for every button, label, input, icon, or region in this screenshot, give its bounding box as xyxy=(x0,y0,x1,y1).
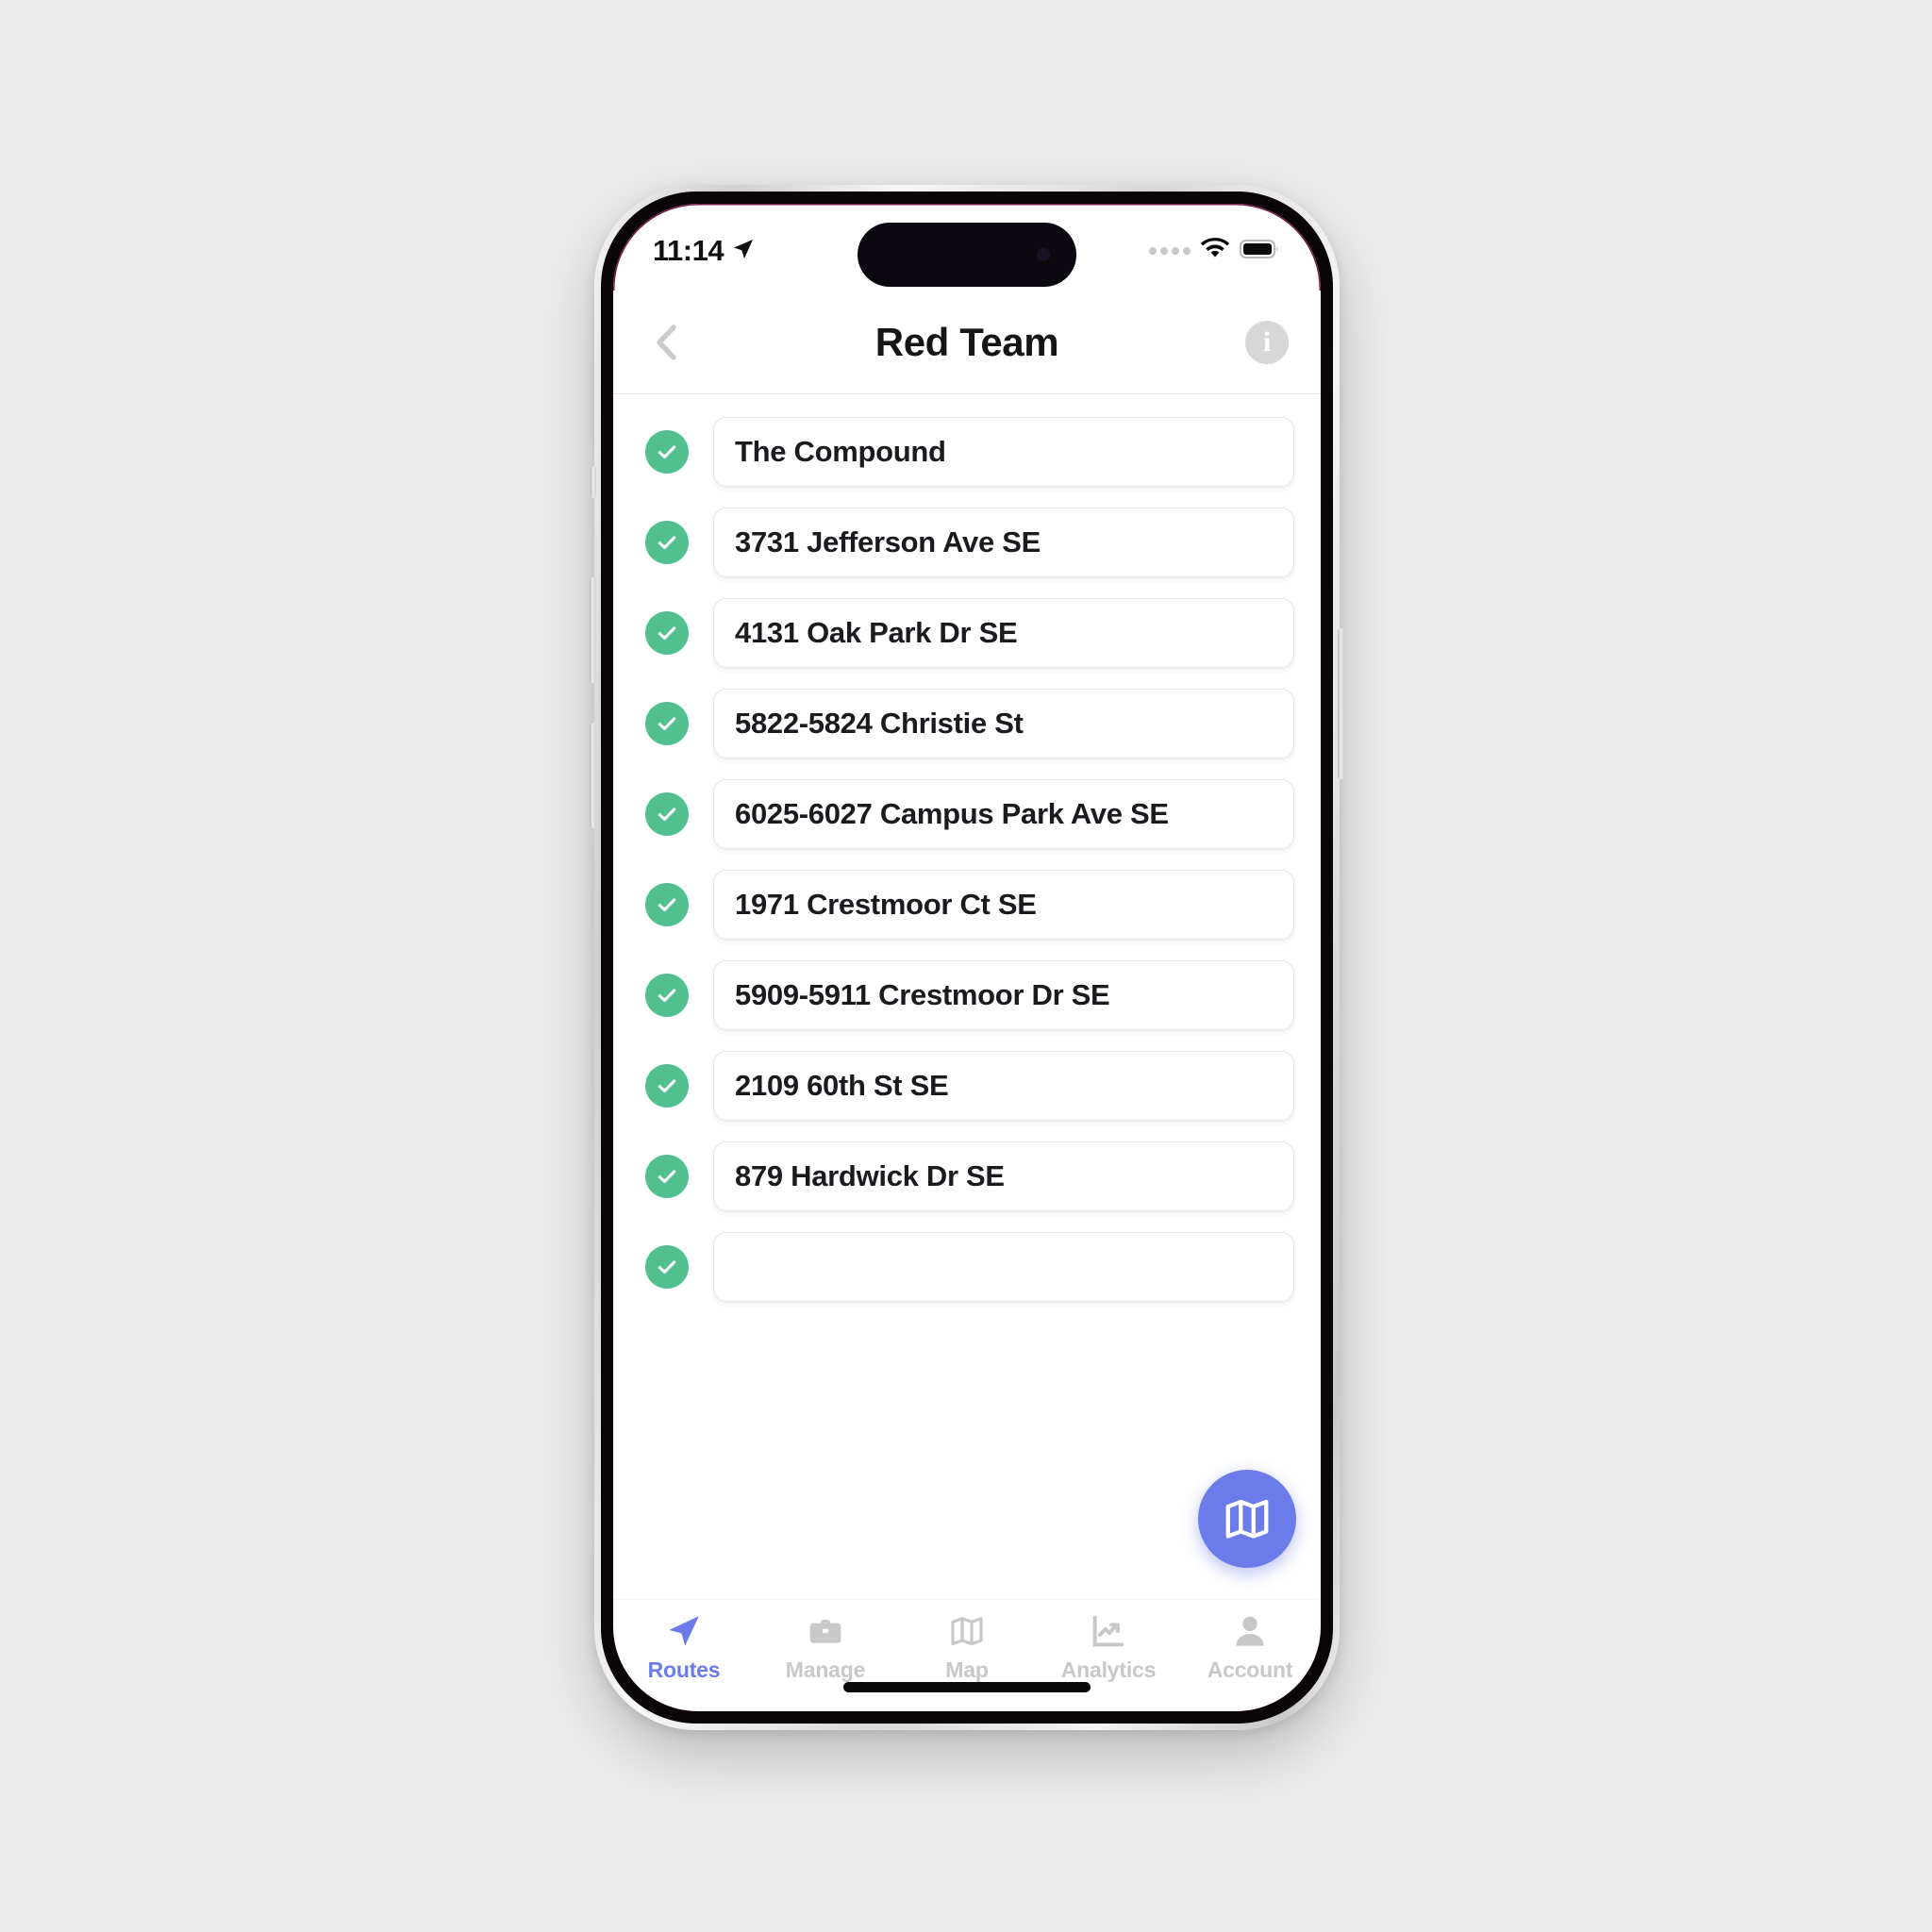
stop-address-card[interactable]: 879 Hardwick Dr SE xyxy=(713,1141,1294,1211)
stop-list-item[interactable]: 2109 60th St SE xyxy=(613,1051,1321,1121)
tab-item-account[interactable]: Account xyxy=(1179,1611,1321,1683)
device-power-button[interactable] xyxy=(1338,628,1344,779)
person-icon xyxy=(1231,1611,1269,1651)
stop-completed-check-badge[interactable] xyxy=(645,430,689,474)
briefcase-icon xyxy=(807,1611,844,1651)
status-bar-indicators xyxy=(1149,237,1281,265)
stop-address-label: 1971 Crestmoor Ct SE xyxy=(735,888,1037,922)
stop-address-label: 4131 Oak Park Dr SE xyxy=(735,616,1018,650)
check-icon xyxy=(658,626,676,640)
tab-label: Analytics xyxy=(1060,1657,1157,1682)
stop-list-item[interactable]: The Compound xyxy=(613,417,1321,487)
stop-address-card[interactable]: 1971 Crestmoor Ct SE xyxy=(713,870,1294,940)
check-icon xyxy=(658,989,676,1002)
stop-list[interactable]: The Compound 3731 Jefferson Ave SE 4131 Oa… xyxy=(613,394,1321,1600)
battery-full-icon xyxy=(1240,238,1281,265)
navigation-arrow-icon xyxy=(665,1611,703,1651)
stop-list-item[interactable]: 1971 Crestmoor Ct SE xyxy=(613,870,1321,940)
tab-label: Routes xyxy=(647,1657,721,1682)
stop-list-item[interactable]: 6025-6027 Campus Park Ave SE xyxy=(613,779,1321,849)
info-circle-icon[interactable]: i xyxy=(1245,320,1289,364)
tab-item-map[interactable]: Map xyxy=(896,1611,1038,1683)
info-button-label: i xyxy=(1262,325,1272,358)
stop-completed-check-badge[interactable] xyxy=(645,792,689,836)
check-icon xyxy=(658,445,676,458)
stop-list-item[interactable] xyxy=(613,1232,1321,1302)
tab-label: Map xyxy=(945,1657,989,1682)
check-icon xyxy=(658,536,676,549)
stop-address-label: 3731 Jefferson Ave SE xyxy=(735,525,1041,559)
status-bar-time-group: 11:14 xyxy=(653,234,755,268)
stop-address-card[interactable]: 5909-5911 Crestmoor Dr SE xyxy=(713,960,1294,1030)
stop-completed-check-badge[interactable] xyxy=(645,611,689,655)
tab-label: Account xyxy=(1207,1657,1293,1682)
stop-address-card[interactable]: 3731 Jefferson Ave SE xyxy=(713,508,1294,577)
home-indicator xyxy=(843,1682,1091,1692)
tab-label: Manage xyxy=(785,1657,866,1682)
stop-completed-check-badge[interactable] xyxy=(645,702,689,745)
phone-screen: 11:14 Red Team i The Compound 3731 Jeffe… xyxy=(613,204,1321,1711)
app-header: Red Team i xyxy=(613,291,1321,394)
stop-address-card[interactable] xyxy=(713,1232,1294,1302)
stop-address-card[interactable]: 4131 Oak Park Dr SE xyxy=(713,598,1294,668)
front-camera-icon xyxy=(1037,248,1050,261)
check-icon xyxy=(658,808,676,821)
stop-list-item[interactable]: 5909-5911 Crestmoor Dr SE xyxy=(613,960,1321,1030)
stop-address-label: 5909-5911 Crestmoor Dr SE xyxy=(735,978,1110,1012)
stop-completed-check-badge[interactable] xyxy=(645,521,689,564)
check-icon xyxy=(658,1170,676,1183)
bottom-tab-bar[interactable]: Routes Manage Map Analytics Account xyxy=(613,1600,1321,1711)
stop-list-item[interactable]: 5822-5824 Christie St xyxy=(613,689,1321,758)
stop-list-item[interactable]: 879 Hardwick Dr SE xyxy=(613,1141,1321,1211)
stop-address-card[interactable]: 5822-5824 Christie St xyxy=(713,689,1294,758)
stop-address-card[interactable]: 6025-6027 Campus Park Ave SE xyxy=(713,779,1294,849)
check-icon xyxy=(658,1260,676,1274)
location-arrow-icon xyxy=(732,234,755,268)
tab-item-analytics[interactable]: Analytics xyxy=(1038,1611,1179,1683)
stop-address-card[interactable]: The Compound xyxy=(713,417,1294,487)
dynamic-island xyxy=(858,223,1076,287)
check-icon xyxy=(658,1079,676,1092)
stop-list-item[interactable]: 4131 Oak Park Dr SE xyxy=(613,598,1321,668)
stop-list-item[interactable]: 3731 Jefferson Ave SE xyxy=(613,508,1321,577)
device-action-button[interactable] xyxy=(591,466,596,498)
stop-address-label: 2109 60th St SE xyxy=(735,1069,949,1103)
check-icon xyxy=(658,898,676,911)
back-button[interactable] xyxy=(645,322,687,363)
map-fold-icon xyxy=(948,1611,986,1651)
open-map-fab-button[interactable] xyxy=(1198,1470,1296,1568)
check-icon xyxy=(658,717,676,730)
tab-item-manage[interactable]: Manage xyxy=(755,1611,896,1683)
stop-completed-check-badge[interactable] xyxy=(645,883,689,926)
phone-device-frame: 11:14 Red Team i The Compound 3731 Jeffe… xyxy=(590,185,1344,1730)
stop-address-label: 879 Hardwick Dr SE xyxy=(735,1159,1005,1193)
tab-item-routes[interactable]: Routes xyxy=(613,1611,755,1683)
page-title: Red Team xyxy=(874,319,1059,364)
map-fold-icon xyxy=(1225,1499,1269,1539)
chevron-left-icon xyxy=(657,324,676,360)
stop-address-label: 6025-6027 Campus Park Ave SE xyxy=(735,797,1169,831)
phone-bezel: 11:14 Red Team i The Compound 3731 Jeffe… xyxy=(601,192,1333,1724)
chart-trend-icon xyxy=(1090,1611,1127,1651)
stop-address-label: The Compound xyxy=(735,435,946,469)
device-volume-up-button[interactable] xyxy=(590,577,596,683)
stop-completed-check-badge[interactable] xyxy=(645,974,689,1017)
stop-address-card[interactable]: 2109 60th St SE xyxy=(713,1051,1294,1121)
wifi-icon xyxy=(1200,237,1230,265)
stop-completed-check-badge[interactable] xyxy=(645,1064,689,1108)
device-volume-down-button[interactable] xyxy=(590,723,596,828)
status-bar-time: 11:14 xyxy=(653,234,724,267)
cellular-dots-icon xyxy=(1149,247,1191,255)
stop-completed-check-badge[interactable] xyxy=(645,1245,689,1289)
stop-address-label: 5822-5824 Christie St xyxy=(735,707,1024,741)
stop-completed-check-badge[interactable] xyxy=(645,1155,689,1198)
